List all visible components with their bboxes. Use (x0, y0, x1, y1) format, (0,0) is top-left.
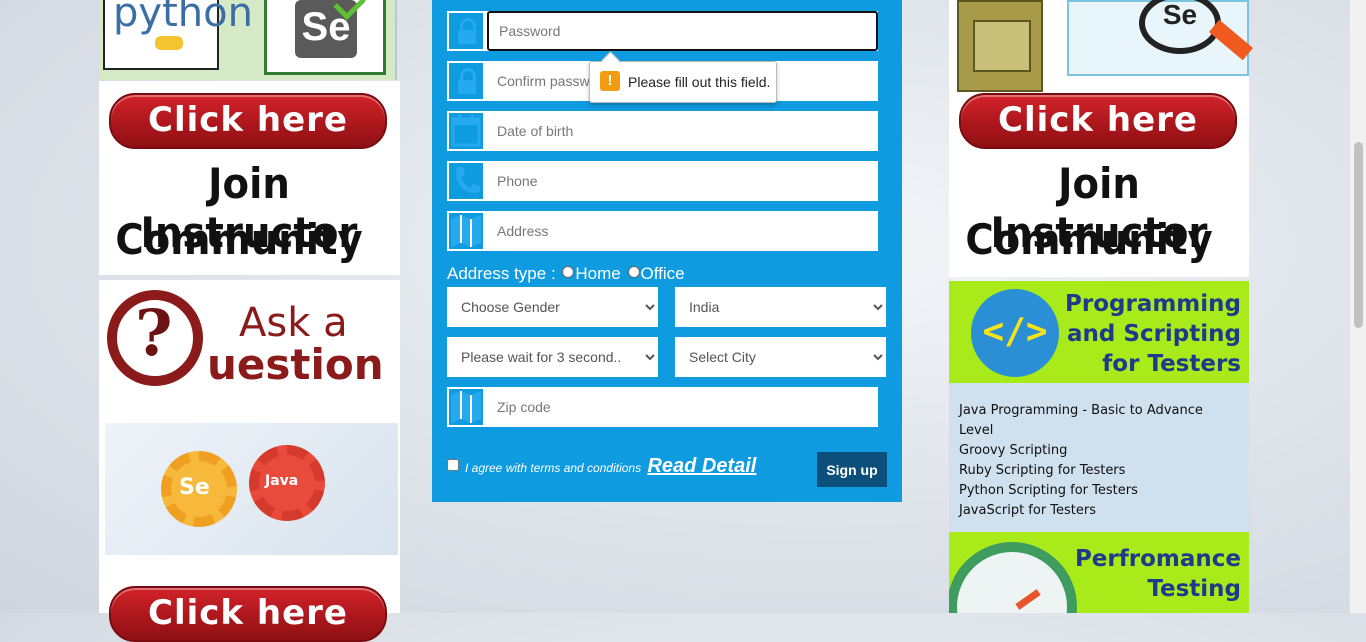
city-select[interactable]: Select City (675, 337, 886, 377)
phone-icon (447, 161, 485, 201)
office-radio[interactable] (627, 266, 640, 278)
question-text: uestion (207, 340, 384, 389)
password-input[interactable] (487, 11, 878, 51)
phone-input[interactable] (487, 161, 878, 201)
join-instructor-banner[interactable]: Click here Join Instructor Community (99, 81, 400, 275)
address-type-label: Address type : (447, 264, 556, 283)
selenium-screen-text: Se (1139, 0, 1221, 54)
list-item[interactable]: Groovy Scripting (959, 441, 1239, 461)
address-row (447, 211, 878, 251)
code-icon: </> (971, 289, 1059, 377)
map-icon (447, 387, 485, 427)
validation-tooltip: ! Please fill out this field. (589, 61, 777, 103)
terms-checkbox[interactable] (447, 459, 459, 471)
selenium-logo: Se (264, 0, 386, 75)
gender-select[interactable]: Choose Gender (447, 287, 658, 327)
zip-input[interactable] (487, 387, 878, 427)
left-ad-column: python Se Click here Join Instructor Com… (99, 0, 400, 642)
click-here-button-right[interactable]: Click here (959, 93, 1237, 149)
warning-icon: ! (600, 71, 620, 91)
question-mark-icon: ? (107, 290, 203, 386)
dob-row (447, 111, 878, 151)
terms-text: I agree with terms and conditions (465, 461, 642, 475)
programming-banner[interactable]: </> Programming and Scripting for Tester… (949, 281, 1249, 383)
selenium-java-gears-banner[interactable]: Se Java (105, 423, 398, 555)
read-detail-link[interactable]: Read Detail (647, 455, 756, 477)
state-select[interactable]: Please wait for 3 second.. (447, 337, 658, 377)
ask-question-banner[interactable]: ? Ask a uestion Se Java Click here (99, 280, 400, 642)
home-label: Home (575, 264, 621, 283)
page-scrollbar[interactable] (1349, 0, 1366, 613)
tech-logos-banner[interactable]: python Se (99, 0, 397, 80)
python-logo: python (103, 0, 253, 70)
click-here-button[interactable]: Click here (109, 93, 387, 149)
address-input[interactable] (487, 211, 878, 251)
programming-title: Programming and Scripting for Testers (1065, 291, 1241, 377)
robot-image (957, 0, 1043, 92)
list-item[interactable]: Java Programming - Basic to Advance Leve… (959, 401, 1239, 441)
home-radio[interactable] (562, 266, 575, 278)
zip-row (447, 387, 878, 427)
selenium-search-image: Se (1067, 0, 1253, 76)
address-type-group: Address type : Home Office (447, 264, 685, 284)
list-item[interactable]: Ruby Scripting for Testers (959, 461, 1239, 481)
registration-form: ! Please fill out this field. Address ty… (432, 0, 902, 502)
join-instructor-banner-right[interactable]: Click here Join Instructor Community (949, 81, 1250, 277)
scrollbar-thumb[interactable] (1354, 142, 1363, 328)
lock-icon (447, 11, 485, 51)
dob-input[interactable] (487, 111, 878, 151)
click-here-button-bottom[interactable]: Click here (109, 586, 387, 642)
signup-button[interactable]: Sign up (817, 452, 887, 487)
list-item[interactable]: JavaScript for Testers (959, 501, 1239, 521)
validation-message: Please fill out this field. (628, 74, 771, 90)
python-logo-text: python (113, 0, 253, 36)
country-select[interactable]: India (675, 287, 886, 327)
office-label: Office (640, 264, 685, 283)
selenium-gear-icon: Se (161, 451, 237, 527)
calendar-icon (447, 111, 485, 151)
community-text-right: Community (965, 215, 1213, 264)
performance-testing-banner[interactable]: Perfromance Testing (949, 532, 1249, 613)
robot-selenium-banner[interactable]: Se (949, 0, 1253, 92)
password-row (447, 11, 878, 51)
java-gear-icon: Java (249, 445, 325, 521)
course-list: Java Programming - Basic to Advance Leve… (949, 383, 1249, 531)
terms-row: I agree with terms and conditions Read D… (447, 455, 756, 478)
community-text: Community (115, 215, 363, 264)
map-icon (447, 211, 485, 251)
gauge-icon (949, 542, 1077, 613)
right-ad-column: Se Click here Join Instructor Community … (949, 0, 1253, 613)
phone-row (447, 161, 878, 201)
lock-icon (447, 61, 485, 101)
list-item[interactable]: Python Scripting for Testers (959, 481, 1239, 501)
performance-title: Perfromance Testing (1074, 546, 1241, 602)
